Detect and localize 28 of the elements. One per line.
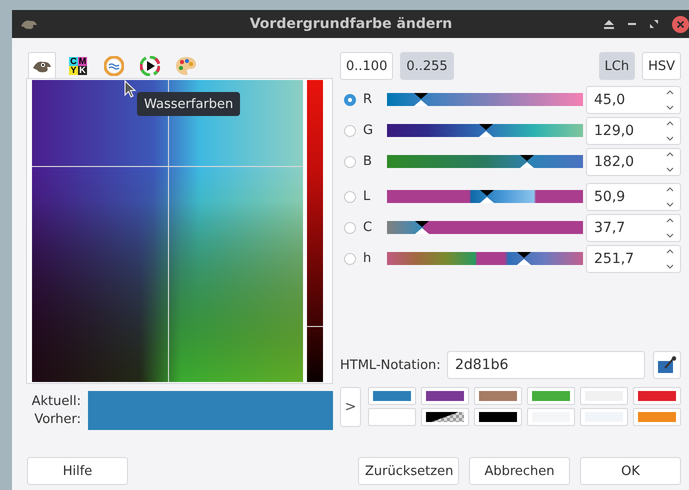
hex-field[interactable]: 2d81b6 xyxy=(447,351,645,379)
spin-field[interactable]: 251,7 xyxy=(586,244,681,272)
spin-field[interactable]: 45,0 xyxy=(586,86,681,114)
html-notation-label: HTML-Notation: xyxy=(340,358,442,372)
range-button[interactable]: 0..255 xyxy=(400,52,454,80)
spin-field[interactable]: 182,0 xyxy=(586,148,681,176)
dialog-button[interactable]: Hilfe xyxy=(27,457,128,485)
selector-tab[interactable]: C M Y K xyxy=(64,52,92,78)
channel-label: h xyxy=(362,251,372,266)
dialog-button[interactable]: OK xyxy=(580,457,681,485)
spin-field[interactable]: 129,0 xyxy=(586,116,681,144)
channel-label: C xyxy=(362,220,374,235)
model-button[interactable]: HSV xyxy=(642,52,681,80)
window-title: Vordergrundfarbe ändern xyxy=(248,16,454,32)
color-label: Vorher: xyxy=(34,410,81,428)
spin-field[interactable]: 50,9 xyxy=(586,182,681,210)
channel-label: L xyxy=(362,189,372,204)
tooltip: Wasserfarben xyxy=(137,92,240,116)
dialog-button[interactable]: Zurücksetzen xyxy=(358,457,459,485)
model-button[interactable]: LCh xyxy=(598,52,636,80)
dialog-button[interactable]: Abbrechen xyxy=(469,457,570,485)
history-button[interactable]: > xyxy=(340,387,361,427)
channel-label: G xyxy=(362,123,374,138)
channel-label: B xyxy=(362,154,373,169)
channel-label: R xyxy=(362,92,374,107)
color-label: Aktuell: xyxy=(32,392,81,410)
spin-field[interactable]: 37,7 xyxy=(586,214,681,242)
range-button[interactable]: 0..100 xyxy=(340,52,394,80)
